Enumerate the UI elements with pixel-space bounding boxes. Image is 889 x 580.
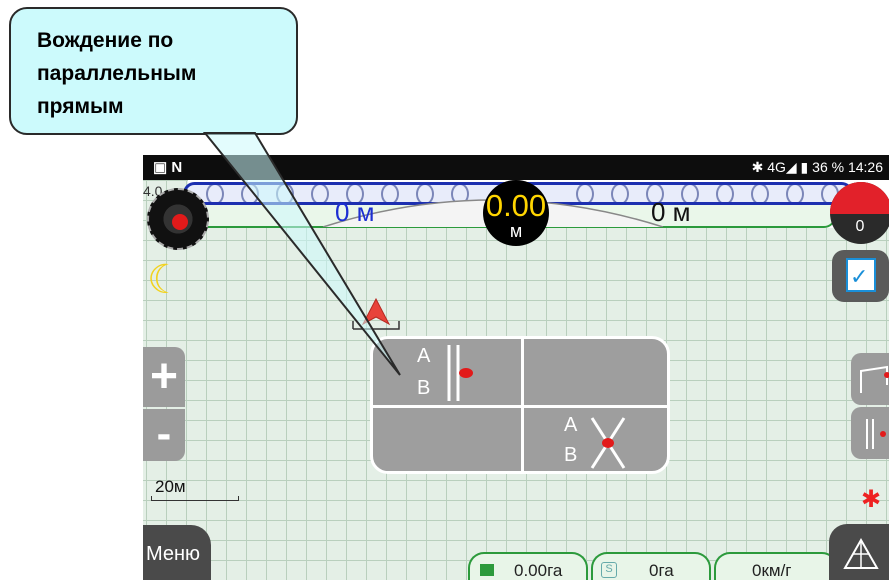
callout-pointer bbox=[202, 132, 401, 376]
